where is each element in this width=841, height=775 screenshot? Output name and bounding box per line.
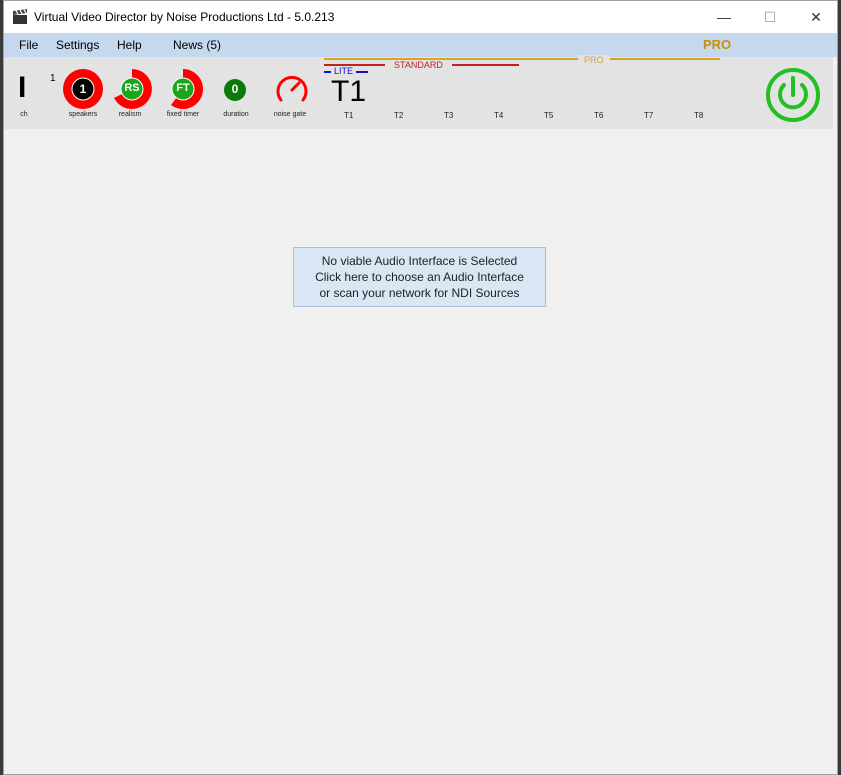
standard-tier-label: STANDARD (385, 60, 452, 70)
control-toolbar: I 1 ch 1 speakers RS realism FT fixed ti… (4, 55, 833, 129)
pro-badge: PRO (703, 37, 732, 52)
channel-count: 1 (50, 73, 56, 84)
menu-file[interactable]: File (19, 38, 38, 52)
duration-value: 0 (231, 82, 239, 96)
take-t3[interactable]: T3 (444, 111, 453, 120)
notice-line-2: Click here to choose an Audio Interface (315, 270, 524, 284)
title-bar[interactable]: Virtual Video Director by Noise Producti… (4, 1, 837, 33)
notice-line-1: No viable Audio Interface is Selected (321, 254, 518, 268)
close-button[interactable]: ✕ (793, 1, 839, 33)
take-t6[interactable]: T6 (594, 111, 603, 120)
menu-help[interactable]: Help (117, 38, 142, 52)
app-window: Virtual Video Director by Noise Producti… (3, 0, 838, 775)
duration-label: duration (223, 111, 249, 118)
realism-value: RS (124, 82, 140, 94)
take-t7[interactable]: T7 (644, 111, 653, 120)
fixed-timer-value: FT (176, 82, 190, 94)
take-t5[interactable]: T5 (544, 111, 553, 120)
take-t8[interactable]: T8 (694, 111, 703, 120)
dial-icon[interactable] (274, 72, 310, 106)
maximize-button[interactable]: ☐ (747, 1, 793, 33)
menu-settings[interactable]: Settings (56, 38, 99, 52)
take-t1[interactable]: T1 (344, 111, 353, 120)
pro-tier-line (324, 58, 720, 60)
take-t4[interactable]: T4 (494, 111, 503, 120)
window-title: Virtual Video Director by Noise Producti… (34, 10, 335, 24)
channel-label: ch (20, 111, 28, 118)
power-icon[interactable] (765, 67, 821, 123)
audio-interface-notice[interactable]: No viable Audio Interface is Selected Cl… (293, 247, 546, 307)
noise-gate-label: noise gate (273, 111, 307, 118)
current-take: T1 (331, 75, 367, 108)
speakers-value: 1 (79, 82, 87, 96)
clapperboard-icon (13, 9, 27, 24)
notice-line-3: or scan your network for NDI Sources (319, 286, 520, 300)
fixed-timer-label: fixed timer (166, 111, 200, 118)
menu-bar: File Settings Help News (5) PRO (4, 33, 837, 57)
take-t2[interactable]: T2 (394, 111, 403, 120)
channel-indicator[interactable]: I (18, 71, 26, 105)
pro-tier-label: PRO (578, 55, 610, 65)
realism-label: realism (118, 111, 142, 118)
minimize-button[interactable]: — (701, 1, 747, 33)
menu-news[interactable]: News (5) (173, 38, 221, 52)
